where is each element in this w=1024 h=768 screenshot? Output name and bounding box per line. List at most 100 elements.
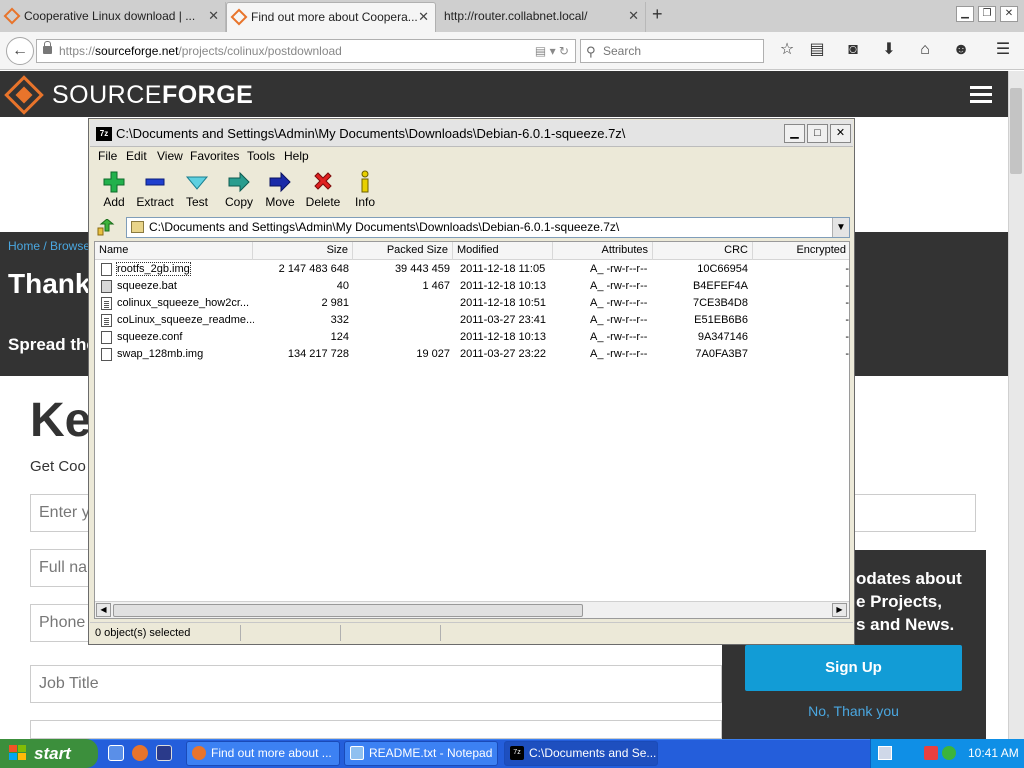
table-row[interactable]: squeeze.conf 124 2011-12-18 10:13 A_ -rw-r-… (95, 329, 849, 346)
add-button[interactable]: Add (92, 169, 136, 209)
file-name: colinux_squeeze_how2cr... (117, 297, 250, 309)
close-tab-icon[interactable]: ✕ (628, 2, 639, 30)
extract-button[interactable]: Extract (133, 169, 177, 209)
page-scrollbar-thumb[interactable] (1010, 88, 1022, 174)
copy-button[interactable]: Copy (217, 169, 261, 209)
tab-cooperative-linux-download[interactable]: Cooperative Linux download | ... ✕ (0, 2, 226, 32)
menu-hamburger-icon[interactable]: ☰ (992, 39, 1014, 61)
file-modified: 2011-12-18 10:51 (460, 297, 547, 309)
tab-find-out-more[interactable]: Find out more about Coopera... ✕ (226, 2, 436, 32)
table-row[interactable]: rootfs_2gb.img 2 147 483 648 39 443 459 201… (95, 261, 849, 278)
new-tab-plus-icon[interactable]: + (652, 4, 663, 25)
security-tray-icon[interactable] (924, 746, 938, 760)
menu-file[interactable]: File (98, 149, 117, 163)
job-title-field[interactable]: Job Title (30, 665, 722, 703)
reading-list-icon[interactable]: ▤ (806, 39, 828, 61)
notepad-icon (350, 746, 364, 760)
column-modified[interactable]: Modified (453, 242, 553, 260)
copy-label: Copy (224, 195, 253, 209)
minimize-icon[interactable]: ▁ (784, 124, 805, 143)
menu-tools[interactable]: Tools (247, 149, 275, 163)
column-packed-size[interactable]: Packed Size (353, 242, 453, 260)
file-size: 2 147 483 648 (278, 263, 349, 275)
smiley-feedback-icon[interactable]: ☻ (950, 39, 972, 61)
close-tab-icon[interactable]: ✕ (208, 2, 219, 30)
7zip-title-bar[interactable]: 7z C:\Documents and Settings\Admin\My Do… (90, 120, 853, 147)
horizontal-scrollbar-thumb[interactable] (113, 604, 583, 617)
url-bar[interactable]: https://sourceforge.net/projects/colinux… (36, 39, 576, 63)
scroll-right-icon[interactable]: ▶ (832, 603, 847, 617)
reader-dropdown-reload-icons[interactable]: ▤ ▾ ↻ (535, 40, 569, 62)
move-button[interactable]: Move (258, 169, 302, 209)
search-placeholder: Search (603, 44, 642, 58)
file-modified: 2011-12-18 10:13 (460, 280, 547, 292)
taskbar-item-7zip[interactable]: 7z C:\Documents and Se... (504, 741, 658, 766)
maximize-icon[interactable]: □ (807, 124, 828, 143)
logo-text-right: FORGE (161, 81, 254, 109)
keyboard-tray-icon[interactable] (878, 746, 892, 760)
table-row[interactable]: swap_128mb.img 134 217 728 19 027 2011-03-2… (95, 346, 849, 363)
file-packed-size (355, 312, 450, 329)
home-icon[interactable]: ⌂ (914, 39, 936, 61)
file-encrypted: - (845, 297, 849, 309)
status-divider (340, 625, 341, 641)
promo-line: e Projects, (856, 592, 942, 611)
info-button[interactable]: Info (343, 169, 387, 209)
close-window-icon[interactable]: ✕ (1000, 6, 1018, 22)
sign-up-button[interactable]: Sign Up (745, 645, 962, 691)
quicklaunch-ie-icon[interactable] (108, 745, 124, 761)
column-size[interactable]: Size (253, 242, 353, 260)
file-list: Name Size Packed Size Modified Attribute… (94, 241, 850, 619)
minimize-window-icon[interactable]: ▁ (956, 6, 974, 22)
quicklaunch-firefox-icon[interactable] (132, 745, 148, 761)
file-name: squeeze.conf (117, 331, 183, 343)
pocket-icon[interactable]: ◙ (842, 39, 864, 61)
table-row[interactable]: squeeze.bat 40 1 467 2011-12-18 10:13 A_ -rw… (95, 278, 849, 295)
file-name-cell: squeeze.bat (99, 278, 254, 295)
file-encrypted: - (845, 331, 849, 343)
table-row[interactable]: coLinux_squeeze_readme... 332 2011-03-27 2… (95, 312, 849, 329)
no-thank-you-link[interactable]: No, Thank you (745, 703, 962, 719)
download-arrow-icon[interactable]: ⬇ (878, 39, 900, 61)
url-host: sourceforge.net (95, 44, 179, 58)
tab-router[interactable]: http://router.collabnet.local/ ✕ (436, 2, 646, 32)
menu-help[interactable]: Help (284, 149, 309, 163)
site-menu-icon[interactable] (970, 86, 992, 104)
horizontal-scrollbar[interactable]: ◀ ▶ (95, 601, 849, 618)
system-clock[interactable]: 10:41 AM (968, 746, 1019, 760)
address-dropdown-icon[interactable]: ▼ (832, 218, 849, 237)
column-attributes[interactable]: Attributes (553, 242, 653, 260)
scroll-left-icon[interactable]: ◀ (96, 603, 111, 617)
column-name[interactable]: Name (95, 242, 253, 260)
search-input[interactable]: ⚲ Search (580, 39, 764, 63)
file-attributes: A_ -rw-r--r-- (590, 331, 648, 343)
column-crc[interactable]: CRC (653, 242, 753, 260)
column-encrypted[interactable]: Encrypted (753, 242, 849, 260)
taskbar-item-notepad[interactable]: README.txt - Notepad (344, 741, 498, 766)
bookmark-star-icon[interactable]: ☆ (776, 39, 798, 61)
file-name-cell: squeeze.conf (99, 329, 254, 346)
breadcrumb[interactable]: Home / Browse (8, 239, 90, 253)
file-modified: 2011-12-18 11:05 (460, 263, 546, 275)
menu-edit[interactable]: Edit (126, 149, 147, 163)
file-attributes: A_ -rw-r--r-- (590, 297, 648, 309)
address-bar[interactable]: C:\Documents and Settings\Admin\My Docum… (126, 217, 850, 238)
back-arrow-icon[interactable]: ← (6, 37, 34, 65)
quicklaunch-app-icon[interactable] (156, 745, 172, 761)
test-button[interactable]: Test (175, 169, 219, 209)
delete-button[interactable]: Delete (301, 169, 345, 209)
menu-view[interactable]: View (157, 149, 183, 163)
close-icon[interactable]: ✕ (830, 124, 851, 143)
restore-window-icon[interactable]: ❐ (978, 6, 996, 22)
network-tray-icon[interactable] (942, 746, 956, 760)
table-row[interactable]: colinux_squeeze_how2cr... 2 981 2011-12-18… (95, 295, 849, 312)
close-tab-icon[interactable]: ✕ (418, 3, 429, 31)
window-title: C:\Documents and Settings\Admin\My Docum… (116, 126, 626, 141)
file-name: rootfs_2gb.img (116, 262, 191, 276)
sourceforge-wordmark[interactable]: SOURCEFORGE (52, 81, 253, 110)
7zip-icon: 7z (510, 746, 524, 760)
taskbar-item-firefox[interactable]: Find out more about ... (186, 741, 340, 766)
up-folder-icon[interactable] (95, 219, 117, 237)
menu-favorites[interactable]: Favorites (190, 149, 239, 163)
industry-field[interactable] (30, 720, 722, 739)
